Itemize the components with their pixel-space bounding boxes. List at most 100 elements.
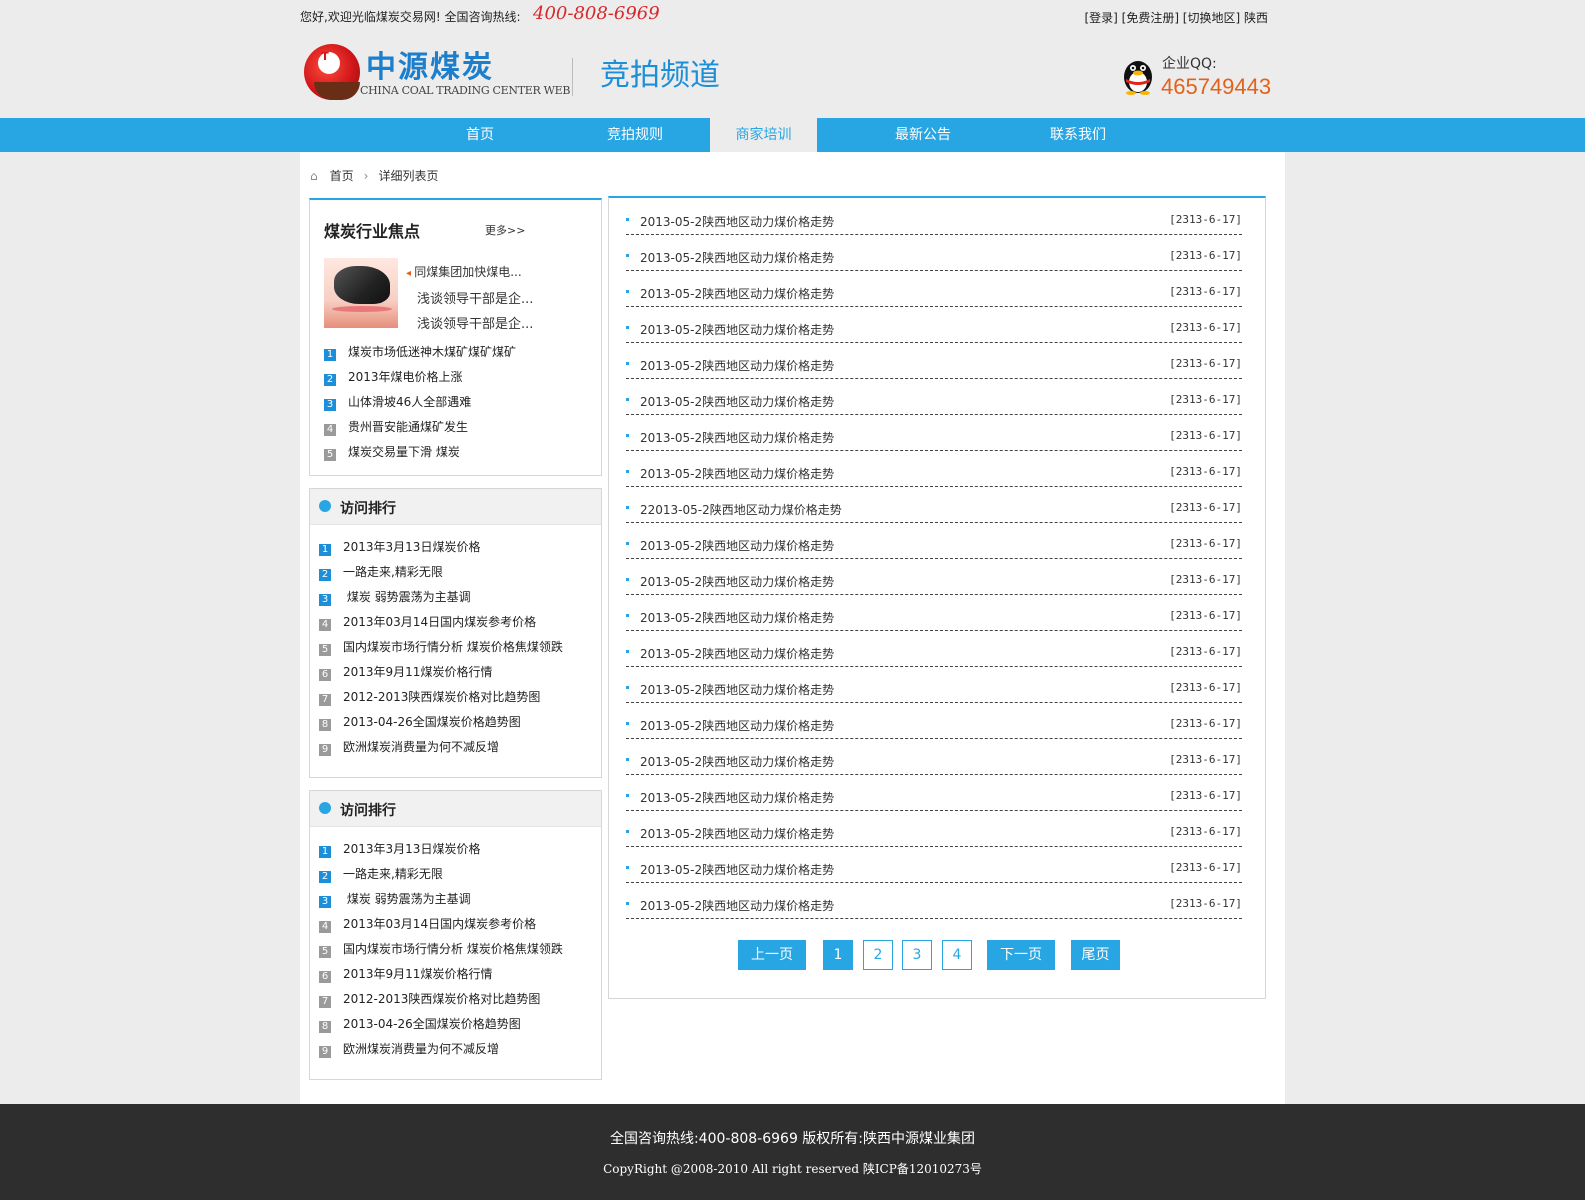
list-row[interactable]: 2013-05-2陕西地区动力煤价格走势 [2313-6-17] bbox=[626, 429, 1242, 451]
dot-icon bbox=[319, 500, 331, 512]
list-item-text: 2013年煤电价格上涨 bbox=[348, 370, 463, 384]
nav-item-contact[interactable]: 联系我们 bbox=[998, 118, 1158, 152]
breadcrumb-current: 详细列表页 bbox=[378, 169, 439, 183]
list-item[interactable]: 1 2013年3月13日煤炭价格 bbox=[319, 841, 480, 858]
article-title[interactable]: 2013-05-2陕西地区动力煤价格走势 bbox=[640, 573, 834, 590]
list-item[interactable]: 4 贵州晋安能通煤矿发生 bbox=[324, 419, 468, 436]
list-row[interactable]: 2013-05-2陕西地区动力煤价格走势 [2313-6-17] bbox=[626, 393, 1242, 415]
focus-link[interactable]: 浅谈领导干部是企... bbox=[417, 313, 533, 332]
nav-item-latest-notice[interactable]: 最新公告 bbox=[843, 118, 1003, 152]
article-title[interactable]: 2013-05-2陕西地区动力煤价格走势 bbox=[640, 249, 834, 266]
list-row[interactable]: 2013-05-2陕西地区动力煤价格走势 [2313-6-17] bbox=[626, 357, 1242, 379]
list-row[interactable]: 2013-05-2陕西地区动力煤价格走势 [2313-6-17] bbox=[626, 609, 1242, 631]
list-item[interactable]: 2 2013年煤电价格上涨 bbox=[324, 369, 463, 386]
article-title[interactable]: 2013-05-2陕西地区动力煤价格走势 bbox=[640, 825, 834, 842]
article-list: 2013-05-2陕西地区动力煤价格走势 [2313-6-17] 2013-05-… bbox=[608, 196, 1266, 999]
article-title[interactable]: 2013-05-2陕西地区动力煤价格走势 bbox=[640, 537, 834, 554]
list-item[interactable]: 2 一路走来,精彩无限 bbox=[319, 866, 443, 883]
last-page-button[interactable]: 尾页 bbox=[1071, 940, 1120, 970]
list-row[interactable]: 2013-05-2陕西地区动力煤价格走势 [2313-6-17] bbox=[626, 897, 1242, 919]
page-button[interactable]: 1 bbox=[823, 940, 853, 970]
article-date: [2313-6-17] bbox=[1169, 393, 1242, 406]
list-item[interactable]: 1 煤炭市场低迷神木煤矿煤矿煤矿 bbox=[324, 344, 516, 361]
list-row[interactable]: 2013-05-2陕西地区动力煤价格走势 [2313-6-17] bbox=[626, 285, 1242, 307]
article-title[interactable]: 2013-05-2陕西地区动力煤价格走势 bbox=[640, 645, 834, 662]
nav-item-home[interactable]: 首页 bbox=[420, 118, 540, 152]
article-title[interactable]: 2013-05-2陕西地区动力煤价格走势 bbox=[640, 321, 834, 338]
list-row[interactable]: 2013-05-2陕西地区动力煤价格走势 [2313-6-17] bbox=[626, 789, 1242, 811]
nav-item-merchant-training[interactable]: 商家培训 bbox=[710, 118, 817, 152]
article-title[interactable]: 2013-05-2陕西地区动力煤价格走势 bbox=[640, 717, 834, 734]
article-title[interactable]: 2013-05-2陕西地区动力煤价格走势 bbox=[640, 213, 834, 230]
list-item[interactable]: 8 2013-04-26全国煤炭价格趋势图 bbox=[319, 714, 521, 731]
article-title[interactable]: 2013-05-2陕西地区动力煤价格走势 bbox=[640, 465, 834, 482]
article-title[interactable]: 2013-05-2陕西地区动力煤价格走势 bbox=[640, 285, 834, 302]
list-row[interactable]: 2013-05-2陕西地区动力煤价格走势 [2313-6-17] bbox=[626, 645, 1242, 667]
list-row[interactable]: 2013-05-2陕西地区动力煤价格走势 [2313-6-17] bbox=[626, 825, 1242, 847]
article-title[interactable]: 2013-05-2陕西地区动力煤价格走势 bbox=[640, 897, 834, 914]
list-item[interactable]: 3 煤炭 弱势震荡为主基调 bbox=[319, 589, 471, 606]
rank-number: 1 bbox=[319, 544, 331, 556]
rank-title: 访问排行 bbox=[340, 803, 396, 819]
list-item[interactable]: 4 2013年03月14日国内煤炭参考价格 bbox=[319, 916, 536, 933]
list-item[interactable]: 1 2013年3月13日煤炭价格 bbox=[319, 539, 480, 556]
list-row[interactable]: 2013-05-2陕西地区动力煤价格走势 [2313-6-17] bbox=[626, 537, 1242, 559]
logo-title[interactable]: 中源煤炭 bbox=[366, 42, 494, 86]
page-button[interactable]: 4 bbox=[942, 940, 972, 970]
article-date: [2313-6-17] bbox=[1169, 717, 1242, 730]
list-item[interactable]: 5 国内煤炭市场行情分析 煤炭价格焦煤领跌 bbox=[319, 639, 563, 656]
list-item[interactable]: 7 2012-2013陕西煤炭价格对比趋势图 bbox=[319, 991, 540, 1008]
more-link[interactable]: 更多>> bbox=[485, 222, 525, 238]
article-title[interactable]: 2013-05-2陕西地区动力煤价格走势 bbox=[640, 753, 834, 770]
list-item[interactable]: 2 一路走来,精彩无限 bbox=[319, 564, 443, 581]
article-date: [2313-6-17] bbox=[1169, 897, 1242, 910]
focus-link[interactable]: 同煤集团加快煤电... bbox=[406, 263, 521, 280]
list-row[interactable]: 2013-05-2陕西地区动力煤价格走势 [2313-6-17] bbox=[626, 753, 1242, 775]
list-item[interactable]: 6 2013年9月11煤炭价格行情 bbox=[319, 664, 492, 681]
page-button[interactable]: 2 bbox=[863, 940, 893, 970]
list-row[interactable]: 2013-05-2陕西地区动力煤价格走势 [2313-6-17] bbox=[626, 681, 1242, 703]
article-title[interactable]: 2013-05-2陕西地区动力煤价格走势 bbox=[640, 861, 834, 878]
article-title[interactable]: 2013-05-2陕西地区动力煤价格走势 bbox=[640, 609, 834, 626]
list-item[interactable]: 5 煤炭交易量下滑 煤炭 bbox=[324, 444, 460, 461]
prev-page-button[interactable]: 上一页 bbox=[738, 940, 806, 970]
article-title[interactable]: 22013-05-2陕西地区动力煤价格走势 bbox=[640, 501, 842, 518]
list-item[interactable]: 3 煤炭 弱势震荡为主基调 bbox=[319, 891, 471, 908]
article-title[interactable]: 2013-05-2陕西地区动力煤价格走势 bbox=[640, 681, 834, 698]
list-item[interactable]: 6 2013年9月11煤炭价格行情 bbox=[319, 966, 492, 983]
list-row[interactable]: 2013-05-2陕西地区动力煤价格走势 [2313-6-17] bbox=[626, 465, 1242, 487]
list-row[interactable]: 22013-05-2陕西地区动力煤价格走势 [2313-6-17] bbox=[626, 501, 1242, 523]
bullet-icon bbox=[626, 434, 629, 437]
qq-penguin-icon[interactable] bbox=[1120, 55, 1156, 95]
list-item[interactable]: 4 2013年03月14日国内煤炭参考价格 bbox=[319, 614, 536, 631]
list-item[interactable]: 5 国内煤炭市场行情分析 煤炭价格焦煤领跌 bbox=[319, 941, 563, 958]
list-row[interactable]: 2013-05-2陕西地区动力煤价格走势 [2313-6-17] bbox=[626, 717, 1242, 739]
list-item[interactable]: 8 2013-04-26全国煤炭价格趋势图 bbox=[319, 1016, 521, 1033]
article-title[interactable]: 2013-05-2陕西地区动力煤价格走势 bbox=[640, 357, 834, 374]
qq-number[interactable]: 465749443 bbox=[1161, 74, 1271, 100]
header: T 中源煤炭 CHINA COAL TRADING CENTER WEB 竞拍频… bbox=[300, 38, 1285, 118]
hotline-number: 400-808-6969 bbox=[533, 3, 660, 24]
top-links[interactable]: [登录] [免费注册] [切换地区] 陕西 bbox=[1084, 9, 1268, 26]
list-item[interactable]: 9 欧洲煤炭消费量为何不减反增 bbox=[319, 739, 499, 756]
list-row[interactable]: 2013-05-2陕西地区动力煤价格走势 [2313-6-17] bbox=[626, 573, 1242, 595]
list-item[interactable]: 9 欧洲煤炭消费量为何不减反增 bbox=[319, 1041, 499, 1058]
page-button[interactable]: 3 bbox=[902, 940, 932, 970]
list-item[interactable]: 3 山体滑坡46人全部遇难 bbox=[324, 394, 471, 411]
article-title[interactable]: 2013-05-2陕西地区动力煤价格走势 bbox=[640, 429, 834, 446]
list-item[interactable]: 7 2012-2013陕西煤炭价格对比趋势图 bbox=[319, 689, 540, 706]
next-page-button[interactable]: 下一页 bbox=[987, 940, 1055, 970]
article-date: [2313-6-17] bbox=[1169, 609, 1242, 622]
article-title[interactable]: 2013-05-2陕西地区动力煤价格走势 bbox=[640, 789, 834, 806]
article-title[interactable]: 2013-05-2陕西地区动力煤价格走势 bbox=[640, 393, 834, 410]
list-row[interactable]: 2013-05-2陕西地区动力煤价格走势 [2313-6-17] bbox=[626, 213, 1242, 235]
nav-item-auction-rules[interactable]: 竞拍规则 bbox=[555, 118, 715, 152]
home-icon[interactable]: ⌂ bbox=[310, 169, 318, 183]
list-row[interactable]: 2013-05-2陕西地区动力煤价格走势 [2313-6-17] bbox=[626, 249, 1242, 271]
list-row[interactable]: 2013-05-2陕西地区动力煤价格走势 [2313-6-17] bbox=[626, 321, 1242, 343]
coal-image[interactable] bbox=[324, 258, 398, 328]
breadcrumb-home[interactable]: 首页 bbox=[330, 169, 354, 183]
focus-link[interactable]: 浅谈领导干部是企... bbox=[417, 288, 533, 307]
list-row[interactable]: 2013-05-2陕西地区动力煤价格走势 [2313-6-17] bbox=[626, 861, 1242, 883]
rank-number: 2 bbox=[319, 871, 331, 883]
